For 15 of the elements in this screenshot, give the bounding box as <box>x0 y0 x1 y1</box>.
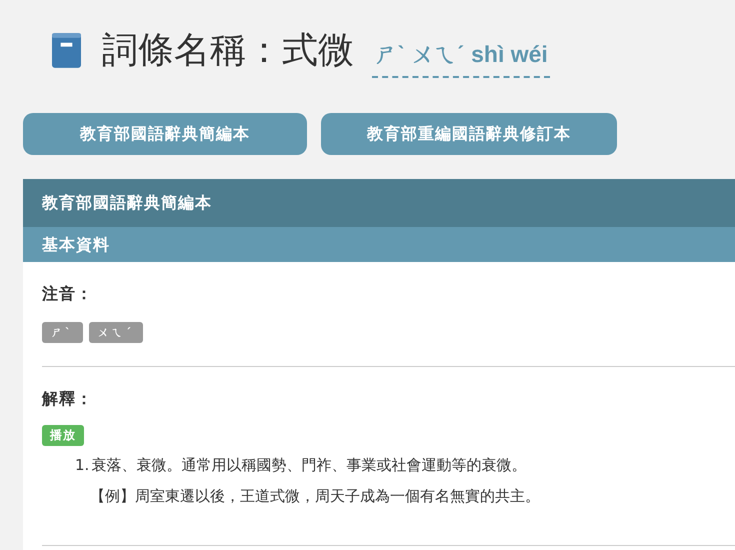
definition-text: 衰落、衰微。通常用以稱國勢、門祚、事業或社會運動等的衰微。 <box>91 456 526 475</box>
field-label: 注音： <box>42 284 94 305</box>
zhuyin-tag: ㄕˋ <box>42 322 82 343</box>
pronunciation-link[interactable]: ㄕˋ ㄨㄟˊ shì wéi <box>372 32 550 78</box>
dictionary-button[interactable]: 教育部重編國語辭典修訂本 <box>321 113 617 155</box>
book-icon <box>52 32 81 68</box>
example-text: 【例】周室東遷以後，王道式微，周天子成為一個有名無實的共主。 <box>89 487 541 506</box>
list-number: 1. <box>75 456 90 475</box>
zhuyin-tag: ㄨㄟˊ <box>88 322 143 343</box>
dictionary-button[interactable]: 教育部國語辭典簡編本 <box>23 113 307 155</box>
field-label: 解釋： <box>42 389 94 410</box>
panel-header: 教育部國語辭典簡編本 <box>23 179 735 227</box>
entry-title: 詞條名稱：式微 <box>102 28 354 72</box>
section-header: 基本資料 <box>23 227 735 262</box>
play-button[interactable]: 播放 <box>42 425 84 446</box>
